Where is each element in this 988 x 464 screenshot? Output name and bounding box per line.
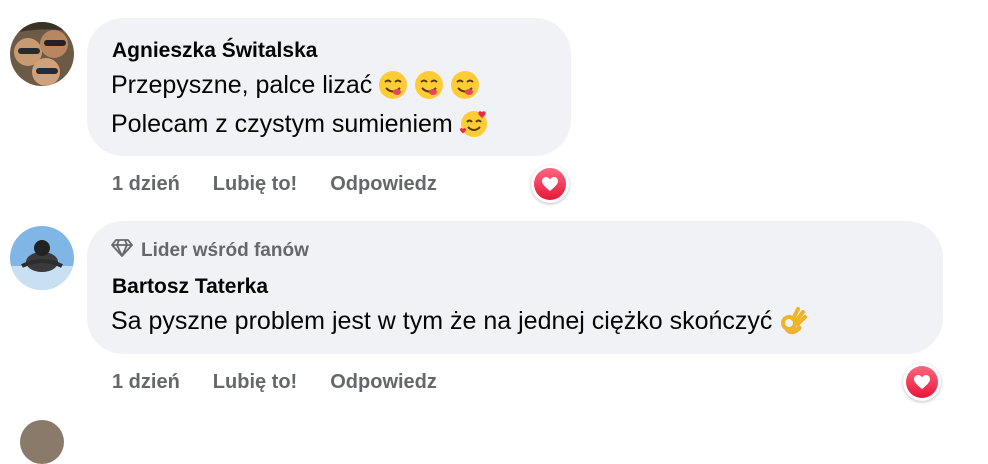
reaction-count-badge[interactable]	[903, 363, 941, 401]
comment-actions: 1 dzień Lubię to! Odpowiedz	[112, 371, 437, 394]
comment-bubble: Agnieszka Świtalska Przepyszne, palce li…	[87, 18, 571, 156]
comment-text-line: Polecam z czystym sumieniem	[111, 109, 489, 139]
comment-author[interactable]: Bartosz Taterka	[112, 275, 268, 299]
badge-label: Lider wśród fanów	[141, 240, 309, 261]
comment-text-line: Sa pyszne problem jest w tym że na jedne…	[111, 306, 808, 336]
top-fan-badge[interactable]: Lider wśród fanów	[111, 238, 309, 264]
smiling-face-with-hearts-icon	[459, 109, 489, 139]
avatar[interactable]	[10, 22, 74, 86]
like-button[interactable]: Lubię to!	[213, 173, 297, 196]
comment-text-line: Przepyszne, palce lizać	[111, 70, 480, 100]
heart-icon	[534, 168, 566, 200]
comment-text: Polecam z czystym sumieniem	[111, 109, 453, 138]
comment-timestamp[interactable]: 1 dzień	[112, 371, 180, 394]
comment-text: Przepyszne, palce lizać	[111, 70, 373, 99]
comment-timestamp[interactable]: 1 dzień	[112, 173, 180, 196]
ok-hand-icon	[778, 306, 808, 336]
comment-author[interactable]: Agnieszka Świtalska	[112, 39, 317, 63]
reaction-count-badge[interactable]	[531, 165, 569, 203]
face-savoring-food-icon	[378, 70, 408, 100]
face-savoring-food-icon	[450, 70, 480, 100]
avatar[interactable]	[20, 420, 64, 464]
diamond-icon	[111, 238, 133, 264]
comment-text: Sa pyszne problem jest w tym że na jedne…	[111, 306, 773, 335]
avatar[interactable]	[10, 226, 74, 290]
like-button[interactable]: Lubię to!	[213, 371, 297, 394]
reply-button[interactable]: Odpowiedz	[330, 173, 437, 196]
comment-actions: 1 dzień Lubię to! Odpowiedz	[112, 173, 437, 196]
face-savoring-food-icon	[414, 70, 444, 100]
reply-button[interactable]: Odpowiedz	[330, 371, 437, 394]
comment-bubble: Lider wśród fanów Bartosz Taterka Sa pys…	[87, 221, 943, 354]
heart-icon	[906, 366, 938, 398]
